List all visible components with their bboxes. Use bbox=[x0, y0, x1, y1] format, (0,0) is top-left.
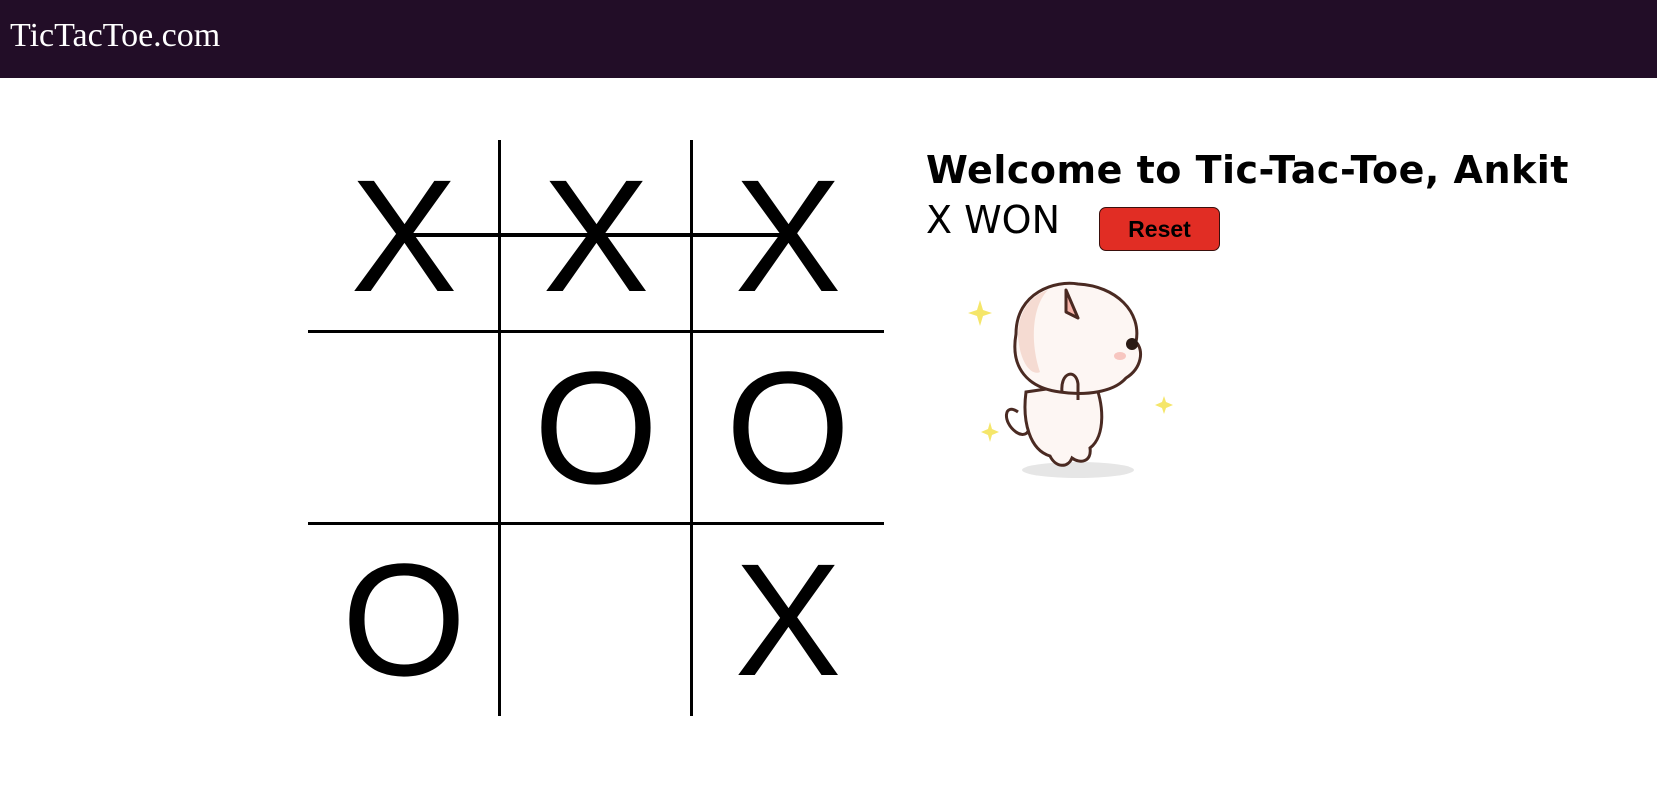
winning-strike-line bbox=[404, 233, 788, 237]
cat-mascot-svg bbox=[968, 281, 1173, 478]
status-row: X WON bbox=[926, 194, 1569, 254]
board-cell-8[interactable] bbox=[500, 524, 692, 716]
welcome-heading: Welcome to Tic-Tac-Toe, Ankit bbox=[926, 148, 1569, 192]
cat-mascot-icon bbox=[966, 272, 1186, 492]
board-cell-4[interactable] bbox=[308, 332, 500, 524]
info-panel: Welcome to Tic-Tac-Toe, Ankit X WON bbox=[926, 146, 1569, 254]
board-cell-9[interactable]: X bbox=[692, 524, 884, 716]
reset-button[interactable]: Reset bbox=[1099, 207, 1220, 251]
navbar: TicTacToe.com bbox=[0, 0, 1657, 78]
brand-logo[interactable]: TicTacToe.com bbox=[10, 16, 220, 56]
game-board: X X X O O O X bbox=[308, 140, 884, 716]
board-cell-6[interactable]: O bbox=[692, 332, 884, 524]
game-status: X WON bbox=[926, 198, 1061, 242]
board-cell-5[interactable]: O bbox=[500, 332, 692, 524]
board-cell-7[interactable]: O bbox=[308, 524, 500, 716]
